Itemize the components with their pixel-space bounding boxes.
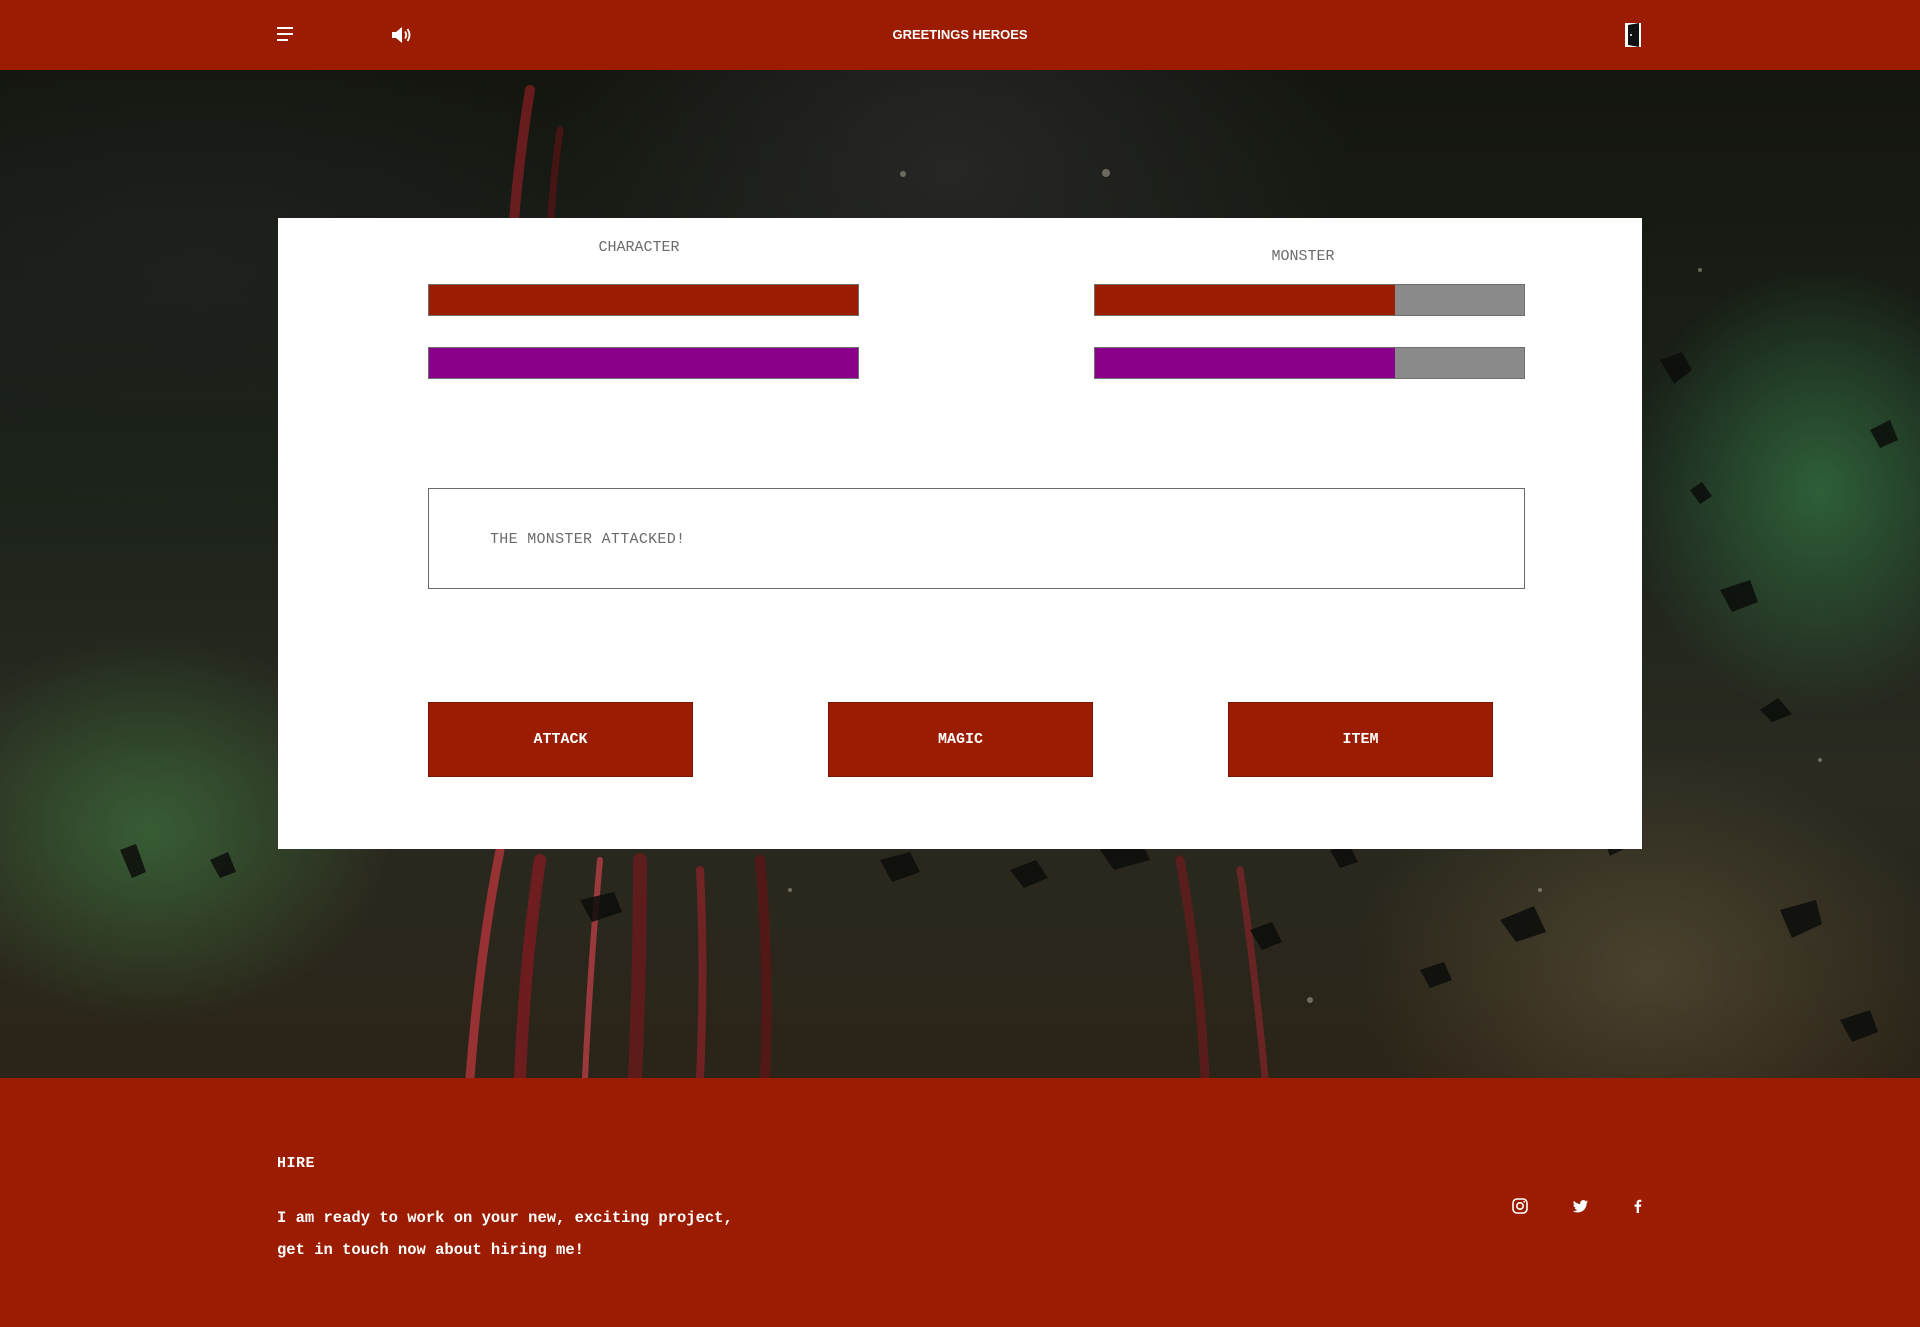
battle-panel: CHARACTER MONSTER THE MONSTER ATTACKED! … <box>278 218 1642 849</box>
footer-text-line: get in touch now about hiring me! <box>277 1241 584 1259</box>
character-magic-fill <box>429 348 858 378</box>
battle-log: THE MONSTER ATTACKED! <box>428 488 1525 589</box>
magic-button[interactable]: MAGIC <box>828 702 1093 777</box>
facebook-icon[interactable] <box>1628 1196 1648 1216</box>
monster-magic-fill <box>1095 348 1396 378</box>
door-exit-icon[interactable] <box>1624 22 1642 48</box>
site-title: GREETINGS HEROES <box>892 27 1028 42</box>
monster-magic-bar <box>1094 347 1525 379</box>
character-health-fill <box>429 285 858 315</box>
hamburger-menu-icon[interactable] <box>277 26 295 42</box>
monster-label: MONSTER <box>1271 248 1335 265</box>
footer-heading: HIRE <box>277 1155 316 1172</box>
instagram-icon[interactable] <box>1510 1196 1530 1216</box>
item-button[interactable]: ITEM <box>1228 702 1493 777</box>
character-magic-bar <box>428 347 859 379</box>
footer: HIRE I am ready to work on your new, exc… <box>0 1078 1920 1327</box>
top-navigation-bar: GREETINGS HEROES <box>0 0 1920 70</box>
character-health-bar <box>428 284 859 316</box>
speaker-icon[interactable] <box>390 24 414 46</box>
footer-text-line: I am ready to work on your new, exciting… <box>277 1209 733 1227</box>
twitter-icon[interactable] <box>1571 1196 1591 1216</box>
monster-health-bar <box>1094 284 1525 316</box>
footer-description: I am ready to work on your new, exciting… <box>277 1202 837 1266</box>
battle-log-message: THE MONSTER ATTACKED! <box>490 531 686 548</box>
character-label: CHARACTER <box>598 239 680 256</box>
monster-health-fill <box>1095 285 1396 315</box>
attack-button[interactable]: ATTACK <box>428 702 693 777</box>
